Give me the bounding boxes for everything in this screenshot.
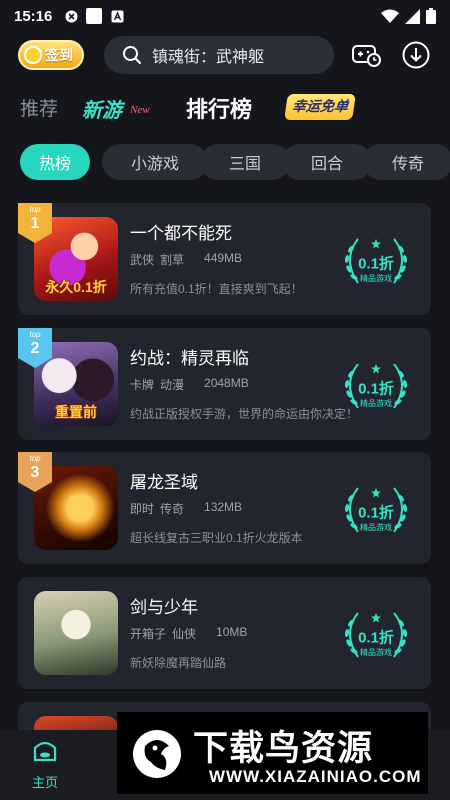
coin-icon	[24, 46, 42, 64]
game-thumbnail	[34, 591, 118, 675]
signal-icon	[405, 8, 420, 24]
download-button[interactable]	[401, 40, 431, 70]
game-size: 449MB	[204, 251, 243, 265]
game-meta: 即时 传奇 132MB	[130, 500, 242, 517]
nav-home[interactable]: 主页	[22, 738, 68, 791]
checkin-button[interactable]: 签到	[18, 40, 84, 70]
game-tag: 仙侠	[172, 627, 197, 641]
chip-mini-games[interactable]: 小游戏	[102, 144, 208, 180]
tab-ranking[interactable]: 排行榜	[186, 92, 252, 124]
discount-wreath: 0.1折 精品游戏	[338, 480, 414, 540]
game-meta: 开箱子 仙侠 10MB	[130, 625, 247, 642]
chip-turn-based[interactable]: 回合	[282, 144, 372, 180]
filter-chips: 热榜 小游戏 三国 回合 传奇	[20, 144, 450, 180]
game-size: 2048MB	[204, 376, 249, 390]
game-tag: 武侠	[130, 253, 155, 267]
game-title: 屠龙圣域	[130, 473, 198, 492]
game-card[interactable]: 重置前 top 2 约战：精灵再临 卡牌 动漫 2048MB 约战正版授权手游，…	[18, 328, 431, 440]
notification-x-icon	[64, 9, 78, 23]
notification-a-icon	[110, 9, 124, 23]
wifi-icon	[381, 9, 399, 23]
game-tag: 割草	[160, 253, 185, 267]
top-bar: 签到 镇魂街：武神躯	[0, 36, 450, 76]
nav-home-label: 主页	[31, 775, 58, 790]
chip-hot[interactable]: 热榜	[20, 144, 90, 180]
watermark-url: WWW.XIAZAINIAO.COM	[209, 767, 422, 786]
watermark-overlay: 下载鸟资源 WWW.XIAZAINIAO.COM	[117, 712, 428, 794]
game-card[interactable]: top 3 屠龙圣域 即时 传奇 132MB 超长线复古三职业0.1折火龙版本 …	[18, 452, 431, 564]
rank-badge: top 3	[18, 452, 52, 492]
chip-three-kingdoms[interactable]: 三国	[200, 144, 290, 180]
gamepad-clock-icon	[352, 45, 381, 67]
game-description: 超长线复古三职业0.1折火龙版本	[130, 531, 303, 545]
game-size: 132MB	[204, 500, 243, 514]
game-tag: 传奇	[160, 502, 185, 516]
game-meta: 卡牌 动漫 2048MB	[130, 376, 249, 393]
game-tag: 动漫	[160, 378, 185, 392]
discount-sub: 精品游戏	[360, 648, 392, 657]
game-size: 10MB	[216, 625, 248, 639]
discount-value: 0.1折	[358, 504, 394, 522]
game-description: 新妖除魔再踏仙路	[130, 656, 227, 670]
discount-value: 0.1折	[358, 255, 394, 273]
search-placeholder: 镇魂街：武神躯	[152, 49, 265, 66]
chip-legend[interactable]: 传奇	[363, 144, 450, 180]
status-time: 15:16	[14, 7, 53, 25]
search-bar[interactable]: 镇魂街：武神躯	[104, 36, 334, 74]
game-description: 所有充值0.1折！直接爽到飞起！	[130, 282, 303, 296]
game-title: 一个都不能死	[130, 224, 232, 243]
discount-sub: 精品游戏	[360, 274, 392, 283]
rank-badge: top 2	[18, 328, 52, 368]
discount-wreath: 0.1折 精品游戏	[338, 605, 414, 665]
watermark-brand: 下载鸟资源	[193, 729, 374, 768]
discount-sub: 精品游戏	[360, 399, 392, 408]
game-description: 约战正版授权手游，世界的命运由你决定！	[130, 407, 359, 421]
discount-value: 0.1折	[358, 380, 394, 398]
tab-lucky-free[interactable]: 幸运免单	[284, 94, 356, 120]
bird-logo-icon	[133, 730, 181, 778]
new-tag: New	[130, 104, 150, 116]
game-history-button[interactable]	[352, 40, 382, 70]
category-tabs: 推荐 新游 排行榜 幸运免单	[0, 86, 450, 130]
notification-square-icon	[86, 8, 103, 24]
discount-sub: 精品游戏	[360, 523, 392, 532]
home-icon	[33, 741, 57, 762]
discount-wreath: 0.1折 精品游戏	[338, 231, 414, 291]
status-bar: 15:16	[0, 0, 450, 32]
game-title: 约战：精灵再临	[130, 349, 249, 368]
game-card[interactable]: 剑与少年 开箱子 仙侠 10MB 新妖除魔再踏仙路 0.1折 精品游戏	[18, 577, 431, 689]
discount-value: 0.1折	[358, 629, 394, 647]
discount-wreath: 0.1折 精品游戏	[338, 356, 414, 416]
game-tag: 即时	[130, 502, 155, 516]
thumbnail-caption: 重置前	[55, 404, 97, 420]
search-icon	[123, 46, 142, 65]
tab-recommend[interactable]: 推荐	[20, 94, 58, 121]
tab-new-games[interactable]: 新游	[82, 94, 122, 123]
checkin-label: 签到	[45, 47, 73, 63]
game-meta: 武侠 割草 449MB	[130, 251, 242, 268]
download-icon	[402, 41, 430, 69]
game-tag: 开箱子	[130, 627, 167, 641]
rank-badge: top 1	[18, 203, 52, 243]
game-tag: 卡牌	[130, 378, 155, 392]
thumbnail-caption: 永久0.1折	[45, 279, 107, 295]
game-card[interactable]: 永久0.1折 top 1 一个都不能死 武侠 割草 449MB 所有充值0.1折…	[18, 203, 431, 315]
battery-icon	[426, 8, 436, 24]
game-title: 剑与少年	[130, 598, 198, 617]
